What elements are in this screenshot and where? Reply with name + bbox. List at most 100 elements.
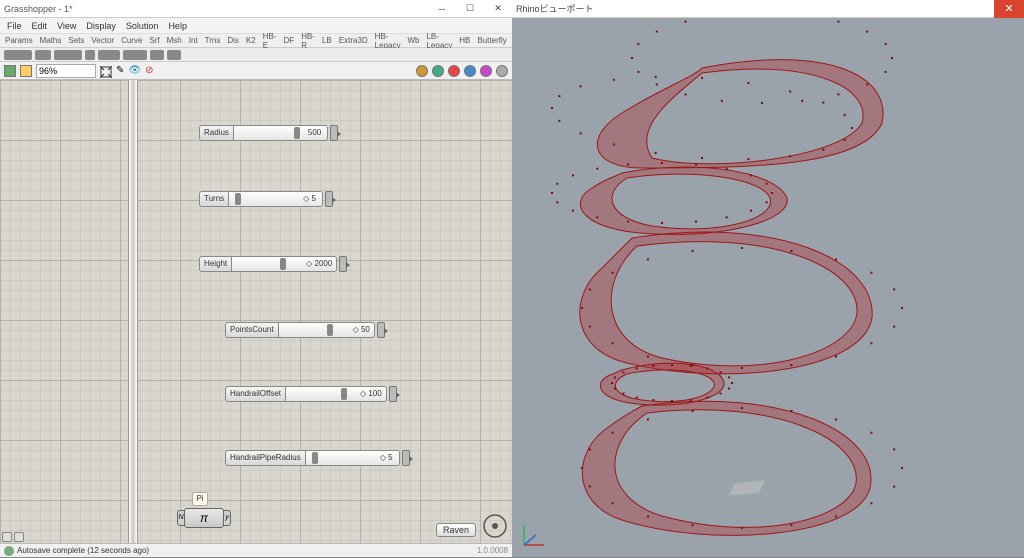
menu-file[interactable]: File [3,21,26,31]
slider-handrailpiperadius[interactable]: HandrailPipeRadius◇ 5 [225,450,410,466]
rhino-viewport-window: Rhinoビューポート ✕ [512,0,1024,557]
gh-title: Grasshopper - 1* [4,4,73,14]
slider-output-grip[interactable] [325,191,333,207]
ribbon-group[interactable] [54,50,82,60]
ribbon-group[interactable] [85,50,95,60]
ribbon-group[interactable] [98,50,120,60]
slider-output-grip[interactable] [339,256,347,272]
rhino-viewport[interactable] [512,18,1024,557]
pi-component[interactable]: N π y [184,508,224,528]
ribbon-group[interactable] [35,50,51,60]
wires [0,80,300,230]
ribbon-group[interactable] [167,50,181,60]
ribbon-tab[interactable]: HB-R [298,32,318,50]
ribbon-tab[interactable]: Extra3D [336,36,371,45]
widget-2[interactable] [14,532,24,542]
maximize-button[interactable]: ☐ [456,0,484,18]
ribbon-tab[interactable]: HB [456,36,473,45]
ribbon-tab[interactable]: Trns [202,36,224,45]
canvas-compass[interactable] [482,513,508,539]
slider-output-grip[interactable] [377,322,385,338]
pi-input-port[interactable]: N [177,510,185,526]
zoom-extents-icon[interactable] [100,65,112,77]
slider-height[interactable]: Height◇ 2000 [199,256,347,272]
sketch-icon[interactable]: ✎ [116,65,124,76]
slider-label: HandrailPipeRadius [225,450,306,466]
slider-radius[interactable]: Radius500 [199,125,338,141]
slider-label: HandrailOffset [225,386,286,402]
ribbon-tab[interactable]: Vector [88,36,117,45]
slider-value: ◇ 2000 [302,256,337,272]
ribbon-tab[interactable]: LB-Legacy [423,32,455,50]
ribbon-tab[interactable]: Dis [224,36,242,45]
ribbon-tab[interactable]: HB-E [260,32,280,50]
slider-track[interactable] [286,386,356,402]
pi-panel-label: Pi [192,492,208,506]
open-icon[interactable] [20,65,32,77]
ribbon-tab[interactable]: Params [2,36,36,45]
grasshopper-window: Grasshopper - 1* ─ ☐ ✕ FileEditViewDispl… [0,0,512,557]
ribbon-tab[interactable]: K2 [243,36,259,45]
ribbon-tab[interactable]: Int [186,36,201,45]
menu-view[interactable]: View [53,21,80,31]
minimize-button[interactable]: ─ [428,0,456,18]
ribbon-group[interactable] [150,50,164,60]
pi-symbol: π [200,511,208,525]
slider-pointscount[interactable]: PointsCount◇ 50 [225,322,385,338]
tool-icon-1[interactable] [416,65,428,77]
slider-handrailoffset[interactable]: HandrailOffset◇ 100 [225,386,397,402]
close-button[interactable]: ✕ [484,0,512,18]
slider-turns[interactable]: Turns◇ 5 [199,191,333,207]
raven-button[interactable]: Raven [436,523,476,537]
ribbon-tab[interactable]: Curve [118,36,145,45]
slider-label: Turns [199,191,229,207]
tool-icon-6[interactable] [496,65,508,77]
slider-track[interactable] [306,450,376,466]
eye-icon[interactable]: 👁 [128,65,141,76]
slider-track[interactable] [234,125,304,141]
status-dot-icon [4,546,14,556]
menu-display[interactable]: Display [82,21,120,31]
menu-help[interactable]: Help [164,21,191,31]
gh-canvas[interactable]: Radius500 Turns◇ 5 Height◇ 2000 PointsCount… [0,80,512,543]
ribbon-tab[interactable]: Butterfly [474,36,509,45]
status-text: Autosave complete (12 seconds ago) [17,546,149,555]
ribbon-tab[interactable]: Wb [404,36,422,45]
zoom-input[interactable] [36,64,96,78]
ribbon-group[interactable] [4,50,32,60]
slider-track[interactable] [232,256,302,272]
rhino-titlebar[interactable]: Rhinoビューポート ✕ [512,0,1024,18]
slider-track[interactable] [229,191,299,207]
slider-label: PointsCount [225,322,279,338]
slider-output-grip[interactable] [389,386,397,402]
save-icon[interactable] [4,65,16,77]
slider-track[interactable] [279,322,349,338]
ribbon-group[interactable] [123,50,147,60]
rhino-close-button[interactable]: ✕ [994,0,1024,18]
slider-output-grip[interactable] [402,450,410,466]
tool-icon-4[interactable] [464,65,476,77]
gh-titlebar[interactable]: Grasshopper - 1* ─ ☐ ✕ [0,0,512,18]
world-axes-icon [518,521,548,551]
ribbon-tab[interactable]: Msh [164,36,185,45]
gh-version: 1.0.0008 [477,546,508,555]
widget-1[interactable] [2,532,12,542]
menu-solution[interactable]: Solution [122,21,163,31]
ribbon-tab[interactable]: Maths [37,36,65,45]
ribbon-tab[interactable]: DF [281,36,298,45]
menu-edit[interactable]: Edit [28,21,52,31]
slider-output-grip[interactable] [330,125,338,141]
cancel-icon[interactable]: ⊘ [145,65,153,76]
tool-icon-3[interactable] [448,65,460,77]
spiral-geometry [512,18,1024,558]
desktop: Grasshopper - 1* ─ ☐ ✕ FileEditViewDispl… [0,0,1024,557]
tool-icon-2[interactable] [432,65,444,77]
ribbon-tab[interactable]: Sets [65,36,87,45]
ribbon-tab[interactable]: HB-Legacy [372,32,404,50]
slider-label: Radius [199,125,234,141]
ribbon-tab[interactable]: LB [319,36,335,45]
ribbon-tab[interactable]: Srf [146,36,162,45]
tool-icon-5[interactable] [480,65,492,77]
pi-output-port[interactable]: y [223,510,231,526]
gh-ribbon-tabs: ParamsMathsSetsVectorCurveSrfMshIntTrnsD… [0,34,512,48]
